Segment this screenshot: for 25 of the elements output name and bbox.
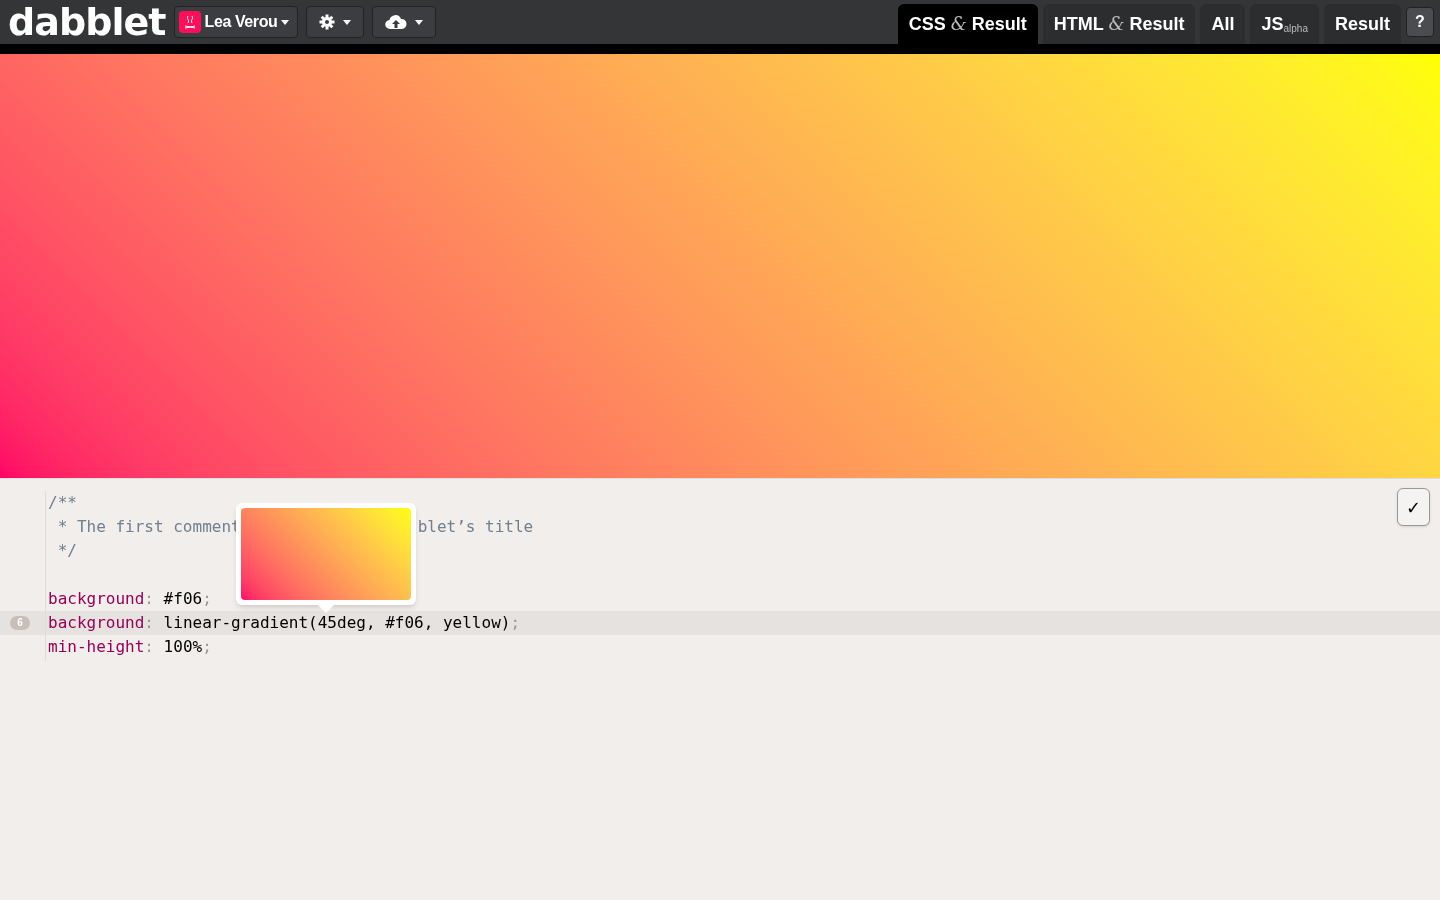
confirm-button[interactable]: ✓ <box>1397 488 1430 526</box>
code-comment: */ <box>56 540 77 562</box>
caret-icon <box>415 19 424 25</box>
code-comment: /** <box>48 492 77 514</box>
caret-icon <box>343 19 352 25</box>
code-text: background: #f06; <box>48 588 212 610</box>
tab[interactable]: JS$_{alpha}$ <box>1250 4 1319 44</box>
settings-menu-button[interactable] <box>306 6 365 38</box>
code-text: background: linear-gradient(45deg, #f06, yellow); <box>48 612 521 634</box>
line-number: 6 <box>10 616 30 630</box>
user-menu-button[interactable]: Lea Verou <box>173 6 299 38</box>
help-button[interactable]: ? <box>1406 7 1434 37</box>
tab[interactable]: Result <box>1324 4 1401 44</box>
code-comment: * The first comment <box>56 516 241 538</box>
avatar-icon <box>178 11 201 33</box>
code-text: min-height: 100%; <box>48 636 212 658</box>
dabblet-logo: dabblet <box>8 3 166 41</box>
cloud-upload-icon <box>385 14 408 30</box>
tab[interactable]: HTML & Result <box>1042 4 1196 44</box>
code-comment: blet’s title <box>417 516 534 538</box>
cloud-menu-button[interactable] <box>372 6 437 38</box>
tab[interactable]: All <box>1200 4 1246 44</box>
gear-icon <box>319 14 336 30</box>
caret-icon <box>281 19 290 25</box>
tab[interactable]: CSS & Result <box>897 4 1038 44</box>
